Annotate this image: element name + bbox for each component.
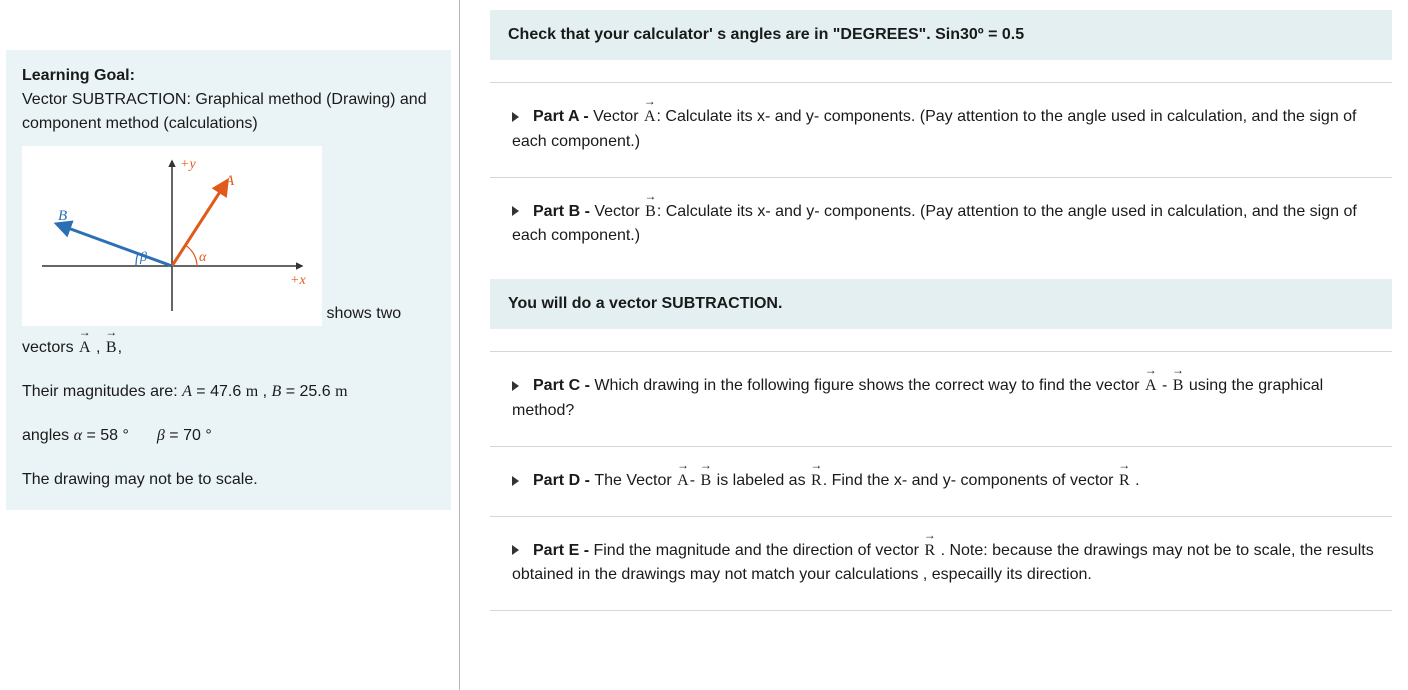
svg-text:β: β — [139, 250, 147, 265]
part-a-label: Part A - — [533, 108, 593, 125]
mag-B-val: = 25.6 — [281, 383, 335, 400]
part-d-vecR: R — [810, 463, 823, 494]
vector-figure: +y +x A⃗ B⃗ α β — [22, 146, 322, 326]
svg-text:+x: +x — [290, 273, 306, 288]
comma-2: , — [118, 339, 122, 356]
beta-deg: ° — [201, 427, 212, 444]
comma-1: , — [92, 339, 105, 356]
part-d-label: Part D - — [533, 472, 594, 489]
learning-goal-label: Learning Goal: — [22, 67, 135, 84]
mag-A-unit: m — [246, 383, 258, 400]
svg-text:A⃗: A⃗ — [224, 173, 246, 189]
mag-B-sym: B — [271, 383, 281, 400]
part-b-pre: Vector — [594, 203, 644, 220]
beta-val: = 70 — [165, 427, 201, 444]
vectors-line: vectors A , B, — [22, 330, 435, 360]
vec-B-symbol: B — [105, 330, 118, 360]
vec-A-symbol: A — [78, 330, 92, 360]
alpha-deg: ° — [118, 427, 129, 444]
part-e[interactable]: Part E - Find the magnitude and the dire… — [490, 516, 1392, 612]
vector-figure-wrap: +y +x A⃗ B⃗ α β shows two — [22, 146, 435, 326]
expand-icon[interactable] — [512, 381, 519, 391]
expand-icon[interactable] — [512, 476, 519, 486]
part-c-vecA: A — [1144, 368, 1158, 399]
part-c-pre: Which drawing in the following figure sh… — [594, 377, 1144, 394]
shows-two-text: shows two — [326, 305, 401, 322]
part-e-pre: Find the magnitude and the direction of … — [593, 542, 923, 559]
part-d-end: . — [1131, 472, 1140, 489]
magnitudes-line: Their magnitudes are: A = 47.6 m , B = 2… — [22, 380, 435, 404]
mag-A-val: = 47.6 — [192, 383, 246, 400]
part-b-vec: B — [644, 194, 657, 225]
alpha-sym: α — [74, 427, 82, 444]
part-a-pre: Vector — [593, 108, 643, 125]
part-d-pre: The Vector — [594, 472, 676, 489]
part-d-vecB: B — [700, 463, 713, 494]
part-b-label: Part B - — [533, 203, 594, 220]
angles-line: angles α = 58 ° β = 70 ° — [22, 424, 435, 448]
learning-goal-text: Vector SUBTRACTION: Graphical method (Dr… — [22, 88, 435, 136]
expand-icon[interactable] — [512, 206, 519, 216]
part-e-label: Part E - — [533, 542, 593, 559]
ang-prefix: angles — [22, 427, 74, 444]
part-c[interactable]: Part C - Which drawing in the following … — [490, 351, 1392, 446]
expand-icon[interactable] — [512, 545, 519, 555]
part-a-vec: A — [643, 99, 657, 130]
mag-A-sym: A — [182, 383, 192, 400]
mag-sep: , — [258, 383, 271, 400]
svg-text:α: α — [199, 250, 207, 265]
part-d-post: . Find the x- and y- components of vecto… — [823, 472, 1118, 489]
learning-panel: Learning Goal: Vector SUBTRACTION: Graph… — [6, 50, 451, 510]
mag-prefix: Their magnitudes are: — [22, 383, 182, 400]
part-b[interactable]: Part B - Vector B: Calculate its x- and … — [490, 177, 1392, 272]
mag-B-unit: m — [335, 383, 347, 400]
alpha-val: = 58 — [82, 427, 118, 444]
part-d[interactable]: Part D - The Vector A- B is labeled as R… — [490, 446, 1392, 516]
part-e-vecR: R — [923, 533, 936, 564]
svg-text:B⃗: B⃗ — [58, 208, 79, 224]
part-d-mid: is labeled as — [712, 472, 810, 489]
right-column: Check that your calculator' s angles are… — [460, 0, 1408, 690]
part-c-minus: - — [1158, 377, 1172, 394]
part-a[interactable]: Part A - Vector A: Calculate its x- and … — [490, 82, 1392, 177]
scale-note: The drawing may not be to scale. — [22, 468, 435, 492]
subtraction-bar: You will do a vector SUBTRACTION. — [490, 279, 1392, 329]
vectors-prefix: vectors — [22, 339, 78, 356]
part-d-dash: - — [690, 472, 700, 489]
part-c-label: Part C - — [533, 377, 594, 394]
part-c-vecB: B — [1172, 368, 1185, 399]
calculator-hint-bar: Check that your calculator' s angles are… — [490, 10, 1392, 60]
beta-sym: β — [157, 427, 165, 444]
expand-icon[interactable] — [512, 112, 519, 122]
part-d-vecA: A — [676, 463, 690, 494]
part-d-vecR2: R — [1118, 463, 1131, 494]
svg-text:+y: +y — [180, 157, 196, 172]
left-column: Learning Goal: Vector SUBTRACTION: Graph… — [0, 0, 460, 690]
